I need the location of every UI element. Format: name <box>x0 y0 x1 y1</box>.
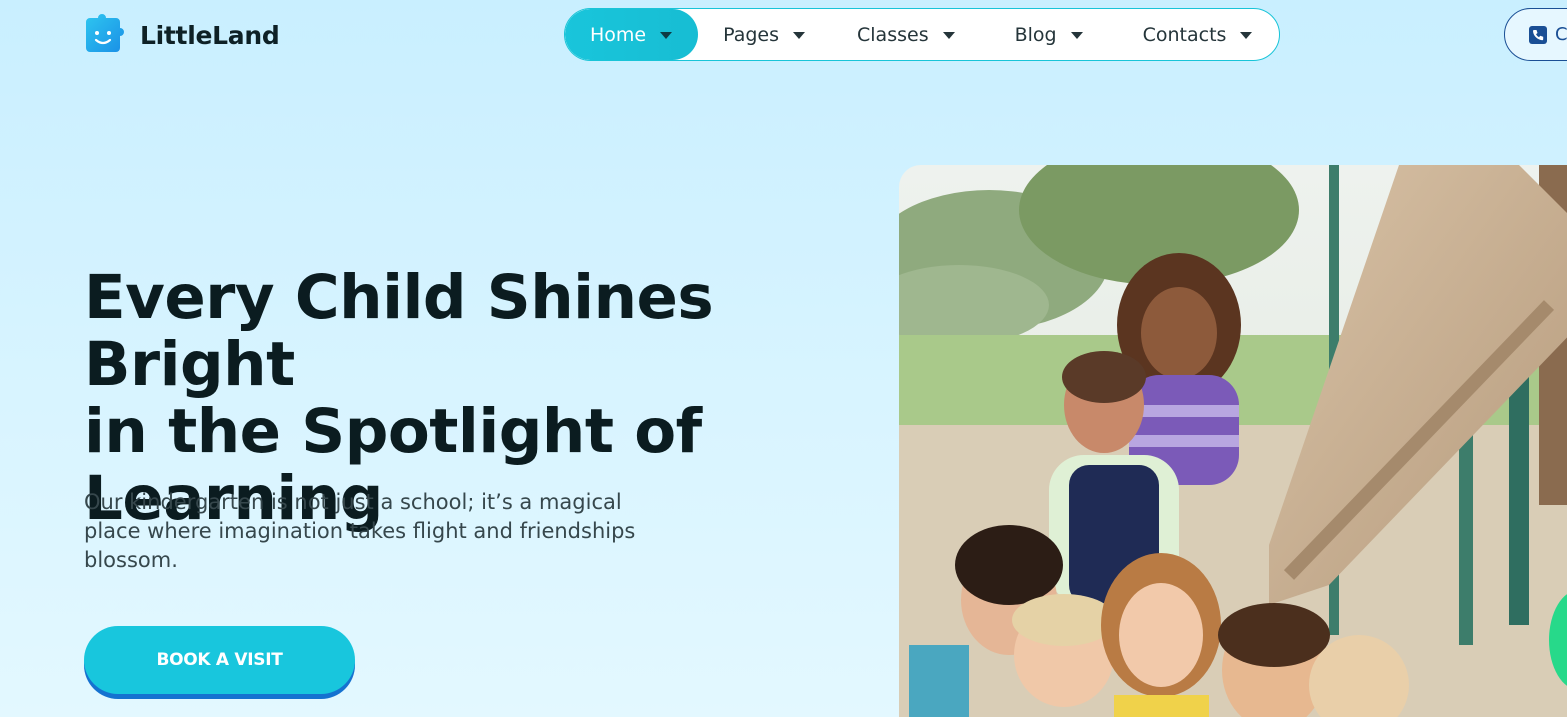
hero-title-line: Every Child Shines Bright <box>84 262 714 400</box>
brand-logo[interactable]: LittleLand <box>84 14 280 56</box>
nav-item-label: Blog <box>1014 23 1057 46</box>
nav-item-label: Classes <box>857 23 929 46</box>
nav-item-label: Contacts <box>1142 23 1227 46</box>
nav-item-contacts[interactable]: Contacts <box>1143 9 1253 60</box>
hero-image <box>899 165 1567 717</box>
caret-down-icon <box>1240 32 1253 39</box>
caret-down-icon <box>942 32 955 39</box>
hero-description: Our kindergarten is not just a school; i… <box>84 490 636 572</box>
nav-item-pages[interactable]: Pages <box>723 9 806 60</box>
smiling-puzzle-icon <box>86 14 124 52</box>
nav-item-label: Pages <box>723 23 780 46</box>
nav-item-classes[interactable]: Classes <box>857 9 955 60</box>
phone-icon <box>1529 25 1547 44</box>
nav-item-home[interactable]: Home <box>565 9 699 60</box>
caret-down-icon <box>1070 32 1083 39</box>
hero-title-line: in the Spotlight of <box>84 396 702 467</box>
phone-button[interactable]: C <box>1504 8 1567 61</box>
nav-item-blog[interactable]: Blog <box>1015 9 1083 60</box>
nav-item-label: Home <box>590 23 647 46</box>
main-nav: Home Pages Classes Blog Contacts <box>564 8 1280 61</box>
phone-label: C <box>1555 24 1567 45</box>
caret-down-icon <box>793 32 806 39</box>
book-visit-button[interactable]: BOOK A VISIT <box>84 626 355 694</box>
brand-name: LittleLand <box>140 20 280 50</box>
caret-down-icon <box>660 32 673 39</box>
children-playground-photo <box>899 165 1567 717</box>
